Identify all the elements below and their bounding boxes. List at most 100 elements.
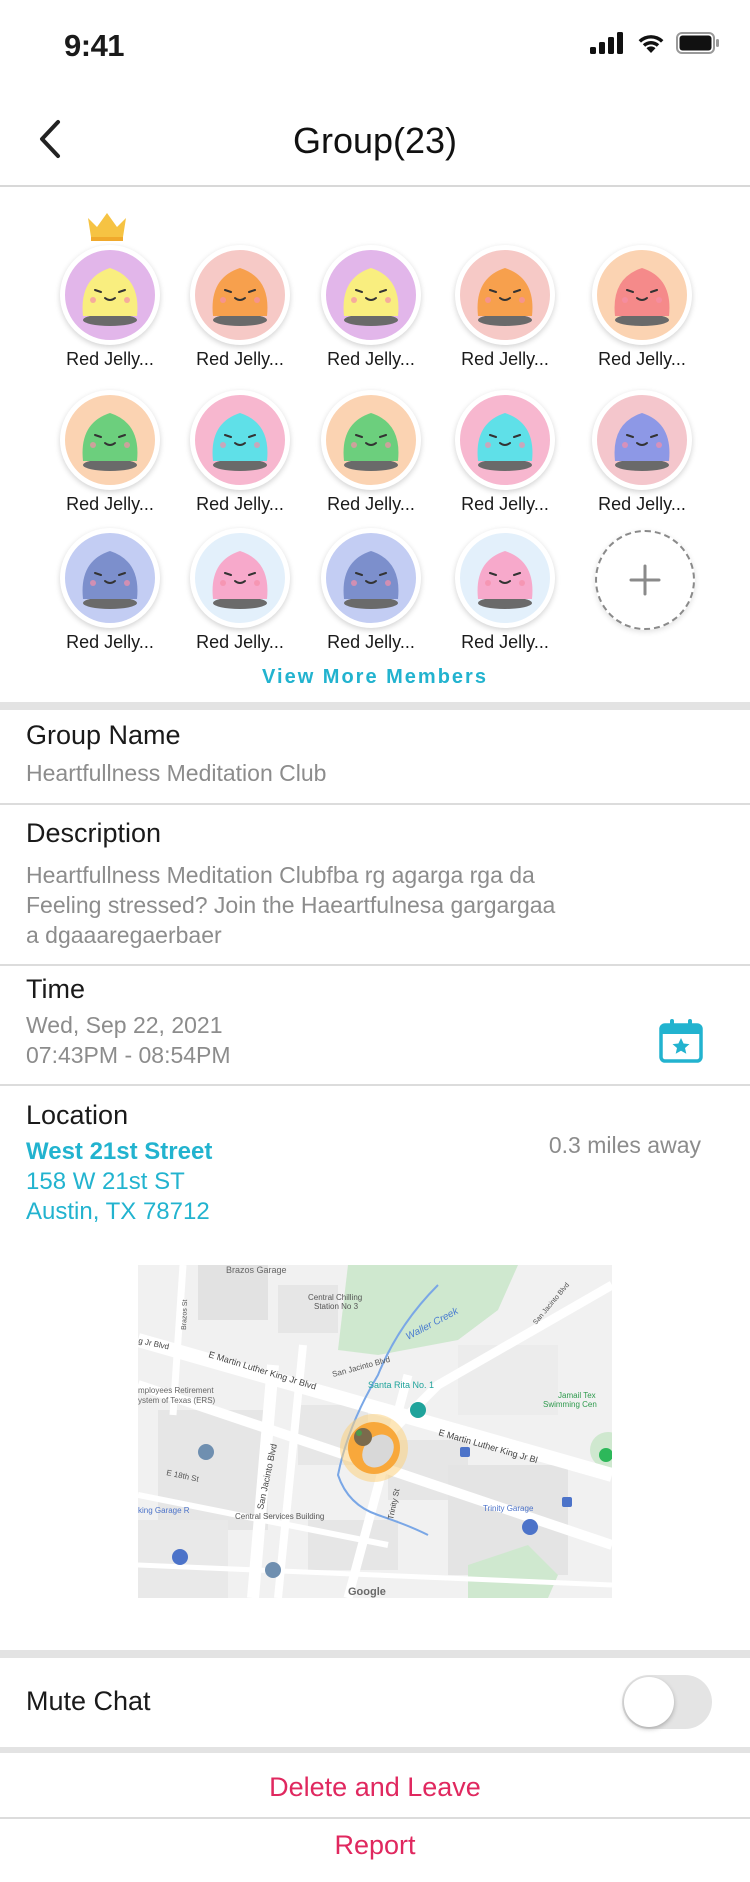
map-label: Swimming Cen — [543, 1400, 597, 1409]
member-avatar-item[interactable]: Red Jelly... — [45, 390, 175, 515]
avatar — [190, 528, 290, 628]
member-avatar-item[interactable]: Red Jelly... — [45, 528, 175, 653]
mute-chat-label: Mute Chat — [26, 1686, 151, 1716]
member-avatar-item[interactable]: Red Jelly... — [175, 245, 305, 370]
status-time: 9:41 — [64, 28, 125, 63]
location-map[interactable]: Brazos Garage Central Chilling Station N… — [138, 1265, 612, 1598]
location-distance: 0.3 miles away — [548, 1132, 701, 1158]
avatar — [592, 390, 692, 490]
jelly-avatar-icon — [82, 413, 138, 471]
delete-and-leave-button[interactable]: Delete and Leave — [0, 1772, 750, 1803]
map-label: king Garage R — [138, 1506, 190, 1515]
member-name: Red Jelly... — [327, 494, 415, 514]
toggle-knob — [624, 1677, 674, 1727]
member-avatar-item[interactable]: Red Jelly... — [175, 390, 305, 515]
description-label: Description — [26, 818, 162, 848]
report-button[interactable]: Report — [0, 1830, 750, 1861]
map-label: Santa Rita No. 1 — [368, 1380, 434, 1390]
avatar — [592, 245, 692, 345]
divider — [0, 1084, 750, 1086]
member-name: Red Jelly... — [461, 494, 549, 514]
view-more-members-link[interactable]: View More Members — [0, 666, 750, 689]
map-label: Jamail Tex — [558, 1391, 596, 1400]
member-name: Red Jelly... — [461, 349, 549, 369]
time-date: Wed, Sep 22, 2021 — [26, 1012, 223, 1038]
member-avatar-item[interactable]: Red Jelly... — [45, 245, 175, 370]
jelly-avatar-icon — [343, 551, 399, 609]
member-avatar-item[interactable]: Red Jelly... — [175, 528, 305, 653]
member-avatar-item[interactable]: Red Jelly... — [306, 245, 436, 370]
divider — [0, 803, 750, 805]
member-avatar-item[interactable]: Red Jelly... — [440, 528, 570, 653]
description-line: Heartfullness Meditation Clubfba rg agar… — [26, 862, 535, 888]
map-label: Brazos St — [181, 1299, 189, 1330]
member-avatar-item[interactable]: Red Jelly... — [577, 245, 707, 370]
jelly-avatar-icon — [212, 551, 268, 609]
avatar — [60, 390, 160, 490]
avatar — [190, 390, 290, 490]
avatar — [455, 528, 555, 628]
member-name: Red Jelly... — [196, 632, 284, 652]
divider — [0, 1817, 750, 1819]
member-avatar-item[interactable]: Red Jelly... — [440, 245, 570, 370]
location-label: Location — [26, 1100, 129, 1130]
avatar — [60, 528, 160, 628]
navigation-bar: Group(23) — [0, 92, 750, 187]
jelly-avatar-icon — [82, 268, 138, 326]
section-divider — [0, 702, 750, 710]
jelly-avatar-icon — [212, 413, 268, 471]
page-title: Group(23) — [292, 120, 458, 161]
time-range: 07:43PM - 08:54PM — [26, 1042, 231, 1068]
member-name: Red Jelly... — [598, 349, 686, 369]
avatar — [455, 245, 555, 345]
avatar — [321, 390, 421, 490]
mute-chat-toggle[interactable] — [622, 1675, 712, 1729]
jelly-avatar-icon — [343, 413, 399, 471]
status-bar: 9:41 — [0, 0, 750, 92]
jelly-avatar-icon — [212, 268, 268, 326]
member-avatar-item[interactable]: Red Jelly... — [440, 390, 570, 515]
member-avatar-item[interactable]: Red Jelly... — [306, 390, 436, 515]
jelly-avatar-icon — [477, 268, 533, 326]
member-name: Red Jelly... — [196, 494, 284, 514]
member-avatar-item[interactable]: Red Jelly... — [306, 528, 436, 653]
avatar — [455, 390, 555, 490]
map-label: Station No 3 — [314, 1302, 359, 1311]
avatar — [321, 245, 421, 345]
member-avatar-item[interactable]: Red Jelly... — [577, 390, 707, 515]
map-label: mployees Retirement — [138, 1386, 214, 1395]
member-name: Red Jelly... — [66, 349, 154, 369]
description-line: a dgaaaregaerbaer — [26, 922, 222, 948]
member-name: Red Jelly... — [327, 632, 415, 652]
member-name: Red Jelly... — [598, 494, 686, 514]
jelly-avatar-icon — [477, 413, 533, 471]
google-logo: Google — [348, 1586, 386, 1598]
map-label: Central Chilling — [308, 1293, 362, 1302]
group-name-value: Heartfullness Meditation Club — [26, 760, 327, 786]
plus-icon — [629, 564, 661, 596]
divider — [0, 964, 750, 966]
map-label: Trinity Garage — [483, 1504, 534, 1513]
jelly-avatar-icon — [614, 413, 670, 471]
avatar — [60, 245, 160, 345]
location-city[interactable]: Austin, TX 78712 — [26, 1198, 210, 1226]
battery-icon — [676, 32, 719, 54]
location-street[interactable]: 158 W 21st ST — [26, 1168, 185, 1196]
wifi-icon — [638, 35, 664, 53]
member-name: Red Jelly... — [66, 494, 154, 514]
section-divider — [0, 1747, 750, 1753]
add-member-button[interactable] — [595, 530, 695, 630]
location-name-link[interactable]: West 21st Street — [26, 1138, 212, 1166]
jelly-avatar-icon — [477, 551, 533, 609]
map-label: Brazos Garage — [226, 1265, 287, 1275]
map-label: ystem of Texas (ERS) — [138, 1396, 216, 1405]
avatar — [190, 245, 290, 345]
member-name: Red Jelly... — [327, 349, 415, 369]
add-to-calendar-icon[interactable] — [658, 1018, 704, 1064]
section-divider — [0, 1650, 750, 1658]
group-name-label: Group Name — [26, 720, 181, 750]
members-grid: Red Jelly... Red Jelly... Red Jelly... Red … — [0, 190, 750, 702]
status-icons — [590, 32, 720, 54]
crown-icon — [88, 213, 126, 241]
description-line: Feeling stressed? Join the Haeartfulnesa… — [26, 892, 556, 918]
